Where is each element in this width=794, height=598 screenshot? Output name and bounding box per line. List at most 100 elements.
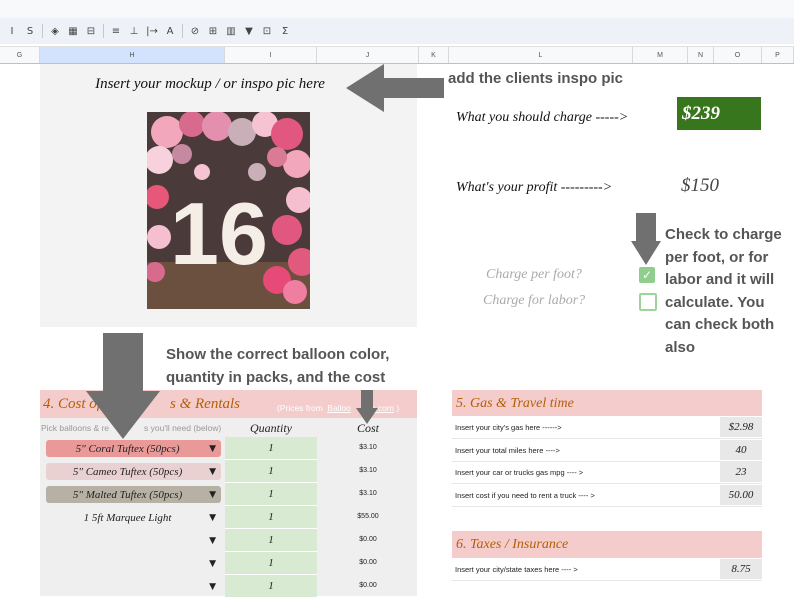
chevron-down-icon[interactable]: ▼ bbox=[209, 559, 216, 569]
inspo-photo[interactable]: 16 bbox=[147, 112, 310, 309]
functions-icon[interactable]: ⊡ bbox=[261, 26, 273, 37]
toolbar-separator bbox=[103, 24, 104, 38]
cost-cell: $3.10 bbox=[359, 490, 377, 497]
mockup-heading: Insert your mockup / or inspo pic here bbox=[95, 76, 325, 92]
left-arrow-icon bbox=[346, 64, 444, 112]
chevron-down-icon[interactable]: ▼ bbox=[209, 467, 216, 477]
toolbar-separator bbox=[182, 24, 183, 38]
quantity-header: Quantity bbox=[250, 421, 292, 435]
cost-row: 1 5ft Marquee Light ▼ 1 $55.00 bbox=[40, 506, 420, 529]
quantity-cell[interactable]: 1 bbox=[225, 506, 317, 529]
column-header[interactable]: K bbox=[419, 47, 449, 63]
tax-section-title: 6. Taxes / Insurance bbox=[456, 537, 569, 552]
fill-color-icon[interactable]: ◈ bbox=[49, 26, 61, 37]
down-arrow-icon bbox=[356, 390, 378, 424]
rotate-icon[interactable]: A bbox=[164, 26, 176, 37]
quantity-cell[interactable]: 1 bbox=[225, 460, 317, 483]
comment-icon[interactable]: ⊞ bbox=[207, 26, 219, 37]
chart-icon[interactable]: ▥ bbox=[225, 26, 237, 37]
quantity-cell[interactable]: 1 bbox=[225, 437, 317, 460]
filter-icon[interactable]: ▼ bbox=[243, 26, 255, 37]
input-row-value[interactable]: 50.00 bbox=[720, 484, 762, 505]
input-row: Insert your car or trucks gas mpg ---- >… bbox=[452, 461, 762, 484]
inspo-photo-image: 16 bbox=[147, 112, 310, 309]
cost-cell: $3.10 bbox=[359, 444, 377, 451]
input-row-label: Insert cost if you need to rent a truck … bbox=[455, 490, 595, 500]
callout-line: per foot, or for bbox=[665, 248, 769, 266]
input-row-label: Insert your city/state taxes here ---- > bbox=[455, 565, 578, 574]
callout-line: can check both bbox=[665, 316, 775, 333]
cost-row: 5" Cameo Tuftex (50pcs) ▼ 1 $3.10 bbox=[40, 460, 420, 483]
prices-from-text: (Prices from bbox=[277, 403, 323, 413]
callout-line: also bbox=[665, 338, 696, 356]
column-header[interactable]: O bbox=[714, 47, 762, 63]
input-row-value[interactable]: $2.98 bbox=[720, 417, 762, 437]
column-header[interactable]: I bbox=[225, 47, 317, 63]
gas-section-title: 5. Gas & Travel time bbox=[456, 396, 574, 411]
column-header[interactable]: M bbox=[633, 47, 688, 63]
balloon-dropdown[interactable]: ▼ bbox=[46, 532, 221, 549]
balloon-dropdown-value: 1 5ft Marquee Light bbox=[83, 511, 172, 524]
column-header[interactable]: J bbox=[317, 47, 419, 63]
formatting-toolbar: I S ◈ ▦ ⊟ ≡ ⊥ |→ A ⊘ ⊞ ▥ ▼ ⊡ Σ bbox=[0, 18, 794, 44]
input-row-label: Insert your city's gas here ------> bbox=[455, 423, 562, 432]
chevron-down-icon[interactable]: ▼ bbox=[209, 513, 216, 523]
quantity-cell[interactable]: 1 bbox=[225, 552, 317, 575]
input-row-value[interactable]: 40 bbox=[720, 439, 762, 460]
charge-label: What you should charge -----> bbox=[456, 110, 629, 125]
charge-value-cell[interactable]: $239 bbox=[677, 97, 761, 130]
toolbar-separator bbox=[42, 24, 43, 38]
wrap-icon[interactable]: |→ bbox=[146, 26, 158, 37]
column-header[interactable]: L bbox=[449, 47, 633, 63]
quantity-cell[interactable]: 1 bbox=[225, 529, 317, 552]
strikethrough-icon[interactable]: S bbox=[24, 26, 36, 37]
chevron-down-icon[interactable]: ▼ bbox=[209, 582, 216, 592]
marquee-number: 16 bbox=[170, 184, 268, 283]
balloon-dropdown-value: 5" Cameo Tuftex (50pcs) bbox=[72, 465, 183, 478]
callout-line: labor and it will bbox=[665, 271, 775, 288]
column-header[interactable]: G bbox=[0, 47, 40, 63]
cost-cell: $3.10 bbox=[359, 467, 377, 474]
balloon-callout: Show the correct balloon color, quantity… bbox=[166, 343, 389, 389]
balloon-dropdown[interactable]: ▼ bbox=[46, 555, 221, 572]
quantity-cell[interactable]: 1 bbox=[225, 575, 317, 598]
input-row: Insert your total miles here ----> 40 bbox=[452, 439, 762, 462]
input-row-label: Insert your total miles here ----> bbox=[455, 445, 560, 455]
balloon-dropdown[interactable]: 1 5ft Marquee Light ▼ bbox=[46, 509, 221, 526]
balloon-dropdown[interactable]: 5" Cameo Tuftex (50pcs) ▼ bbox=[46, 463, 221, 480]
borders-icon[interactable]: ▦ bbox=[67, 26, 79, 37]
input-row-value[interactable]: 8.75 bbox=[720, 559, 762, 579]
labor-checkbox[interactable] bbox=[639, 293, 657, 311]
chevron-down-icon[interactable]: ▼ bbox=[209, 536, 216, 546]
cost-row: ▼ 1 $0.00 bbox=[40, 575, 420, 598]
cost-row: 5" Coral Tuftex (50pcs) ▼ 1 $3.10 bbox=[40, 437, 420, 460]
input-row-value[interactable]: 23 bbox=[720, 462, 762, 482]
italic-icon[interactable]: I bbox=[6, 26, 18, 37]
align-icon[interactable]: ≡ bbox=[110, 26, 122, 37]
down-arrow-icon bbox=[86, 333, 160, 439]
balloon-dropdown[interactable]: 5" Coral Tuftex (50pcs) ▼ bbox=[46, 440, 221, 457]
cost-row: 5" Malted Tuftex (50pcs) ▼ 1 $3.10 bbox=[40, 483, 420, 506]
valign-icon[interactable]: ⊥ bbox=[128, 26, 140, 37]
chevron-down-icon[interactable]: ▼ bbox=[209, 490, 216, 500]
column-header[interactable]: H bbox=[40, 47, 225, 63]
cost-cell: $55.00 bbox=[357, 513, 379, 520]
quantity-cell[interactable]: 1 bbox=[225, 483, 317, 506]
input-row-label: Insert your car or trucks gas mpg ---- > bbox=[455, 468, 584, 477]
check-icon: ✓ bbox=[641, 268, 653, 282]
sigma-icon[interactable]: Σ bbox=[279, 26, 291, 37]
balloon-dropdown-value: 5" Malted Tuftex (50pcs) bbox=[72, 488, 183, 501]
callout-line: Check to charge bbox=[665, 226, 782, 243]
prices-link[interactable]: Balloo bbox=[327, 403, 351, 413]
column-header[interactable]: P bbox=[762, 47, 794, 63]
balloon-dropdown-value: 5" Coral Tuftex (50pcs) bbox=[75, 442, 180, 455]
cost-cell: $0.00 bbox=[359, 559, 377, 566]
link-icon[interactable]: ⊘ bbox=[189, 26, 201, 37]
input-row: Insert your city/state taxes here ---- >… bbox=[452, 558, 762, 581]
merge-icon[interactable]: ⊟ bbox=[85, 26, 97, 37]
column-header[interactable]: N bbox=[688, 47, 714, 63]
balloon-dropdown[interactable]: 5" Malted Tuftex (50pcs) ▼ bbox=[46, 486, 221, 503]
per-foot-checkbox[interactable]: ✓ bbox=[639, 267, 655, 283]
chevron-down-icon[interactable]: ▼ bbox=[209, 444, 216, 454]
balloon-dropdown[interactable]: ▼ bbox=[46, 578, 221, 595]
